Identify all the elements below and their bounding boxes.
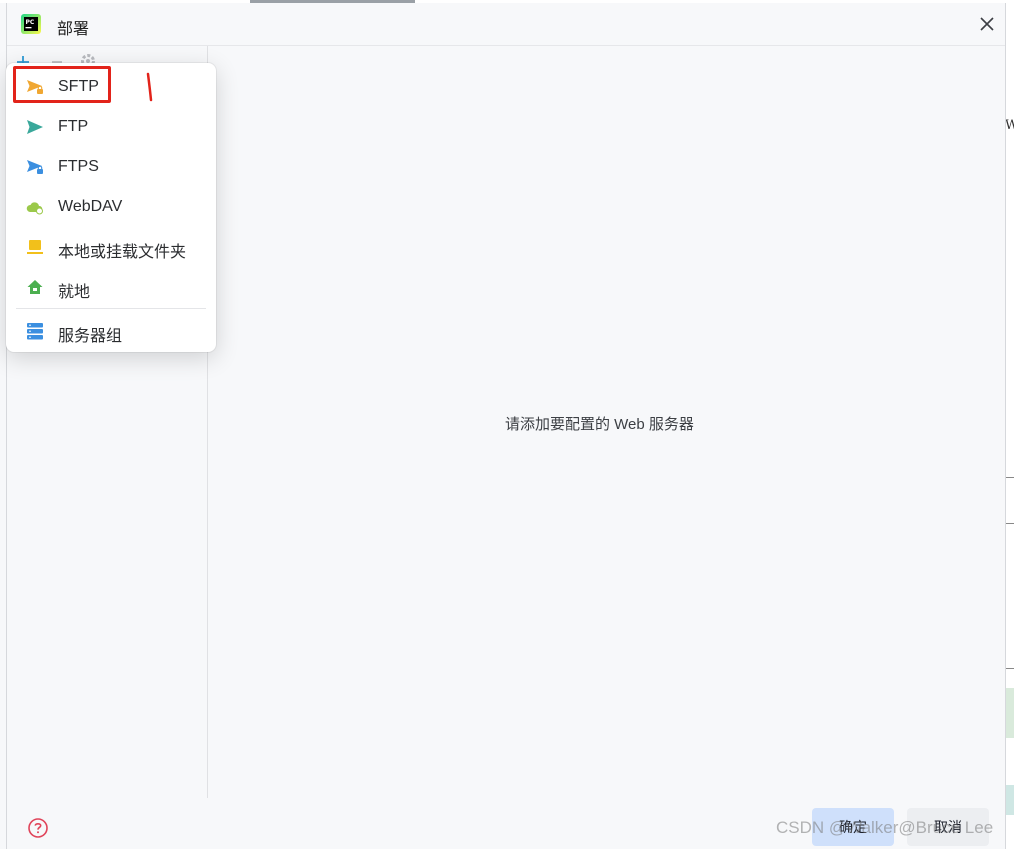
annotation-number-mark: [146, 72, 153, 102]
folder-icon: [27, 240, 43, 254]
svg-text:PC: PC: [26, 19, 35, 26]
watermark: CSDN @Walker@Bruce Lee: [776, 818, 994, 837]
home-icon: [27, 280, 43, 294]
menu-separator: [16, 308, 206, 309]
sftp-icon: [27, 80, 43, 94]
menu-item-webdav[interactable]: WebDAV: [6, 188, 216, 226]
menu-item-label: 服务器组: [58, 328, 123, 345]
menu-item-ftps[interactable]: FTPS: [6, 148, 216, 186]
menu-item-label: 本地或挂载文件夹: [58, 244, 187, 261]
add-server-popup-menu: SFTP FTP FTPS WebDAV 本地或挂载文件夹 就地 服务器组: [6, 63, 216, 352]
menu-item-label: FTPS: [58, 158, 99, 175]
background-divider: [1005, 477, 1014, 478]
menu-item-label: WebDAV: [58, 198, 123, 215]
background-divider: [1005, 523, 1014, 524]
help-icon[interactable]: [27, 817, 49, 839]
menu-item-local-folder[interactable]: 本地或挂载文件夹: [6, 228, 216, 266]
menu-item-label: FTP: [58, 118, 89, 135]
server-group-icon: [27, 323, 43, 340]
close-icon[interactable]: [975, 12, 999, 36]
ftps-icon: [27, 160, 43, 174]
menu-item-in-place[interactable]: 就地: [6, 268, 216, 306]
menu-item-ftp[interactable]: FTP: [6, 108, 216, 146]
ftp-icon: [27, 120, 43, 134]
menu-item-sftp[interactable]: SFTP: [6, 68, 216, 106]
background-text-fragment: W: [1005, 118, 1014, 133]
pycharm-app-icon: PC: [21, 14, 41, 34]
dialog-title: 部署: [57, 21, 90, 38]
empty-state-message: 请添加要配置的 Web 服务器: [505, 416, 694, 433]
background-window-edge: W: [1005, 0, 1014, 849]
background-divider: [1005, 668, 1014, 669]
background-block: [1005, 785, 1014, 815]
menu-item-server-group[interactable]: 服务器组: [6, 312, 216, 350]
menu-item-label: SFTP: [58, 78, 99, 95]
title-bar: PC 部署: [7, 3, 1005, 46]
menu-item-label: 就地: [58, 284, 91, 301]
webdav-icon: [26, 202, 43, 215]
background-block: [1005, 688, 1014, 738]
